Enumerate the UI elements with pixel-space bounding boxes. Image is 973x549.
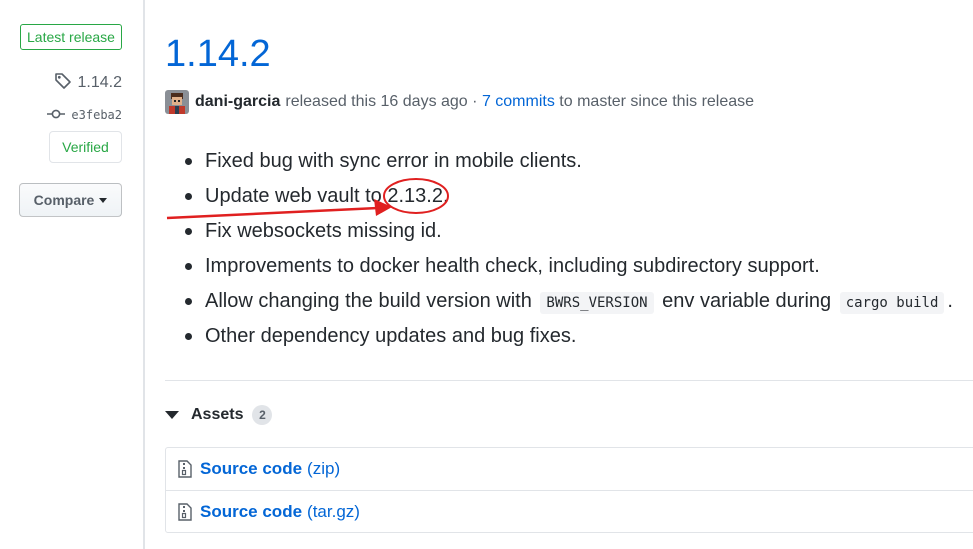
list-item: Fixed bug with sync error in mobile clie… xyxy=(183,146,953,181)
note-text: Fix websockets missing id. xyxy=(205,220,442,242)
assets-list: Source code (zip) Source code (tar.gz) xyxy=(165,447,973,533)
note-text: Update web vault to xyxy=(205,185,388,207)
chevron-down-icon xyxy=(99,197,108,203)
asset-name[interactable]: Source code xyxy=(200,459,302,479)
compare-label: Compare xyxy=(33,192,95,208)
note-text: Fixed bug with sync error in mobile clie… xyxy=(205,150,582,172)
tag-link[interactable]: 1.14.2 xyxy=(54,72,122,94)
list-item: Other dependency updates and bug fixes. xyxy=(183,321,953,356)
assets-label: Assets xyxy=(191,406,244,423)
note-text: Improvements to docker health check, inc… xyxy=(205,255,820,277)
released-text: released this 16 days ago · xyxy=(285,93,478,110)
assets-count: 2 xyxy=(252,405,273,425)
asset-format[interactable]: (tar.gz) xyxy=(307,502,360,522)
asset-format[interactable]: (zip) xyxy=(307,459,340,479)
inline-code: BWRS_VERSION xyxy=(540,292,654,314)
note-text: Other dependency updates and bug fixes. xyxy=(205,325,577,347)
asset-row-targz[interactable]: Source code (tar.gz) xyxy=(166,490,973,532)
asset-name[interactable]: Source code xyxy=(200,502,302,522)
list-item: Improvements to docker health check, inc… xyxy=(183,251,953,286)
sidebar-divider xyxy=(143,0,145,549)
since-text: to master since this release xyxy=(559,93,755,110)
list-item: Fix websockets missing id. xyxy=(183,216,953,251)
note-text: . xyxy=(947,290,953,312)
note-text: Allow changing the build version with xyxy=(205,290,532,312)
release-notes: Fixed bug with sync error in mobile clie… xyxy=(183,146,953,356)
commits-link[interactable]: 7 commits xyxy=(482,93,555,111)
release-sidebar: Latest release 1.14.2 e3feba2 Verified C… xyxy=(0,0,143,549)
divider xyxy=(165,380,973,381)
web-vault-version: 2.13.2. xyxy=(387,185,449,207)
inline-code: cargo build xyxy=(839,292,945,314)
assets-toggle[interactable]: Assets 2 xyxy=(165,403,273,427)
author-link[interactable]: dani-garcia xyxy=(195,93,280,111)
tag-icon xyxy=(54,72,72,95)
list-item: Update web vault to 2.13.2. xyxy=(183,181,953,216)
note-text: env variable during xyxy=(662,290,832,312)
avatar[interactable] xyxy=(165,90,189,114)
latest-release-badge: Latest release xyxy=(20,24,122,50)
compare-button[interactable]: Compare xyxy=(19,183,122,217)
file-zip-icon xyxy=(178,460,192,478)
release-meta: dani-garcia released this 16 days ago · … xyxy=(165,89,754,115)
verified-badge[interactable]: Verified xyxy=(49,131,122,163)
tag-name: 1.14.2 xyxy=(77,74,122,91)
commit-link[interactable]: e3feba2 xyxy=(47,106,122,124)
git-commit-icon xyxy=(47,108,66,123)
release-title[interactable]: 1.14.2 xyxy=(165,30,271,78)
triangle-down-icon xyxy=(165,411,179,419)
asset-row-zip[interactable]: Source code (zip) xyxy=(166,448,973,490)
commit-sha: e3feba2 xyxy=(71,108,122,122)
file-zip-icon xyxy=(178,502,192,521)
list-item: Allow changing the build version with BW… xyxy=(183,286,953,321)
